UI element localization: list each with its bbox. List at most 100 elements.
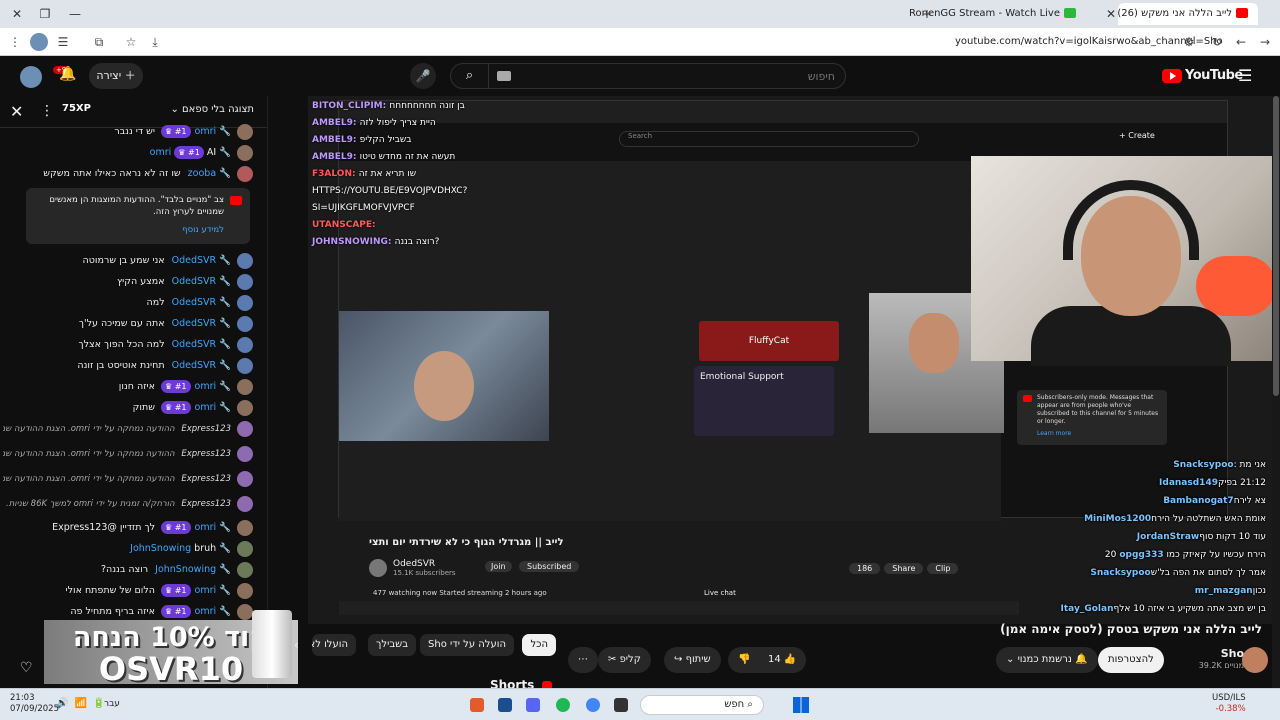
taskbar-clock[interactable]: 21:03 07/09/2025 — [10, 693, 59, 715]
chat-avatar — [237, 315, 253, 332]
stream-chat-name: Itay_Golan — [1060, 604, 1114, 614]
create-button[interactable]: ＋ יצירה — [89, 63, 143, 89]
chat-author[interactable]: Express123 — [181, 474, 231, 484]
menu-dots-icon[interactable]: ⋮ — [6, 33, 24, 51]
chat-author[interactable]: Express123 — [181, 499, 231, 509]
chat-avatar — [237, 357, 253, 374]
more-actions-icon[interactable]: ⋯ — [568, 647, 598, 673]
video-owner-row: ⋯ קליפ ✂ שיתוף ↪ 👎 👍 14 🔔 נרשמת כמנוי ⌄ … — [560, 647, 1268, 673]
hamburger-menu-icon[interactable]: ☰ — [1238, 66, 1252, 85]
chat-author[interactable]: 🔧 OdedSVR — [172, 297, 231, 308]
chat-author[interactable]: 🔧 omri — [195, 606, 231, 617]
like-button[interactable]: 👍 14 — [758, 647, 807, 673]
chat-author[interactable]: 🔧 omri — [195, 585, 231, 596]
chat-text: תחינת אוטיסט בן זונה — [77, 360, 168, 371]
restore-window-icon[interactable]: ❐ — [34, 4, 56, 24]
profile-icon[interactable] — [30, 33, 48, 51]
chip-uploaded-by[interactable]: הועלה על ידי Sho — [420, 634, 514, 656]
close-window-icon[interactable]: ✕ — [6, 4, 28, 24]
chat-author[interactable]: 🔧 omri — [195, 522, 231, 533]
app-icon-1[interactable] — [470, 698, 484, 712]
chat-text: AI — [203, 147, 217, 158]
learn-more-link[interactable]: למידע נוסף — [34, 224, 224, 236]
keyboard-icon[interactable] — [497, 71, 511, 81]
chat-author[interactable]: Express123 — [181, 424, 231, 434]
reload-icon[interactable]: ↻ — [1208, 33, 1226, 51]
share-button[interactable]: שיתוף ↪ — [664, 647, 721, 673]
heart-reaction-icon[interactable]: ♡ — [20, 660, 33, 676]
app-icon-6[interactable] — [614, 698, 628, 712]
chat-author[interactable]: 🔧 JohnSnowing — [130, 543, 231, 554]
subscribed-dropdown[interactable]: 🔔 נרשמת כמנוי ⌄ — [996, 647, 1098, 673]
stream-chat-name: Idanasd149 — [1159, 478, 1218, 488]
chat-author[interactable]: 🔧 omri — [195, 126, 231, 137]
stock-widget[interactable]: USD/ILS -0.38% — [1212, 693, 1246, 715]
scrollbar-thumb[interactable] — [1273, 96, 1279, 396]
overlay-chat: BITON_CLIPIM: בן זונה חחחחחחחח AMBEL9: הי… — [308, 96, 548, 256]
forward-icon[interactable]: ← — [1232, 33, 1250, 51]
discord-icon[interactable] — [526, 698, 540, 712]
youtube-logo[interactable]: YouTube — [1162, 68, 1243, 86]
tab-close-icon[interactable]: ✕ — [1100, 4, 1122, 24]
search-icon[interactable]: ⌕ — [451, 64, 489, 88]
channel-subs: 39.2K מנויים — [1198, 661, 1244, 670]
chat-author[interactable]: 🔧 OdedSVR — [172, 318, 231, 329]
chat-avatar — [237, 252, 253, 269]
spotify-icon[interactable] — [556, 698, 570, 712]
install-app-icon[interactable]: ⤓ — [146, 33, 164, 51]
dislike-button[interactable]: 👎 — [728, 647, 761, 673]
channel-avatar[interactable] — [1242, 647, 1268, 673]
chat-author[interactable]: 🔧 OdedSVR — [172, 276, 231, 287]
chip-all[interactable]: הכל — [522, 634, 556, 656]
chat-message: 🔧 OdedSVR אתה עם שמיכה על'ך — [3, 314, 253, 334]
bookmark-star-icon[interactable]: ☆ — [122, 33, 140, 51]
search-input[interactable] — [515, 64, 835, 88]
microphone-icon[interactable]: 🎤 — [410, 63, 436, 89]
chevron-left-icon[interactable]: ‹ — [294, 638, 299, 652]
nested-live-chat-label: Live chat — [704, 589, 736, 597]
page-scrollbar[interactable] — [1272, 96, 1280, 688]
tab-youtube-active[interactable]: לייב הללה אני משקש (26) — [1117, 3, 1258, 25]
chat-mode-dropdown[interactable]: תצוגה בלי ספאם ⌄ — [170, 104, 254, 115]
chat-text: ההודעה נמחקה על ידי omri. הצגת ההודעה שנ… — [3, 449, 175, 459]
bell-icon[interactable]: 🔔 — [58, 66, 78, 86]
taskbar-search[interactable]: ⌕ חפש — [640, 695, 764, 715]
chat-author[interactable]: 🔧 OdedSVR — [172, 339, 231, 350]
chat-text: רוצה בננה? — [100, 564, 152, 575]
back-icon[interactable]: → — [1256, 33, 1274, 51]
minimize-window-icon[interactable]: — — [64, 4, 86, 24]
chrome-icon[interactable] — [586, 698, 600, 712]
clip-button[interactable]: קליפ ✂ — [598, 647, 651, 673]
overlay-chat-text: בשביל הקליפ — [359, 135, 412, 145]
new-tab-icon[interactable]: + — [916, 4, 938, 24]
tab-ronengg[interactable]: RonenGG Stream - Watch Live — [909, 3, 1086, 25]
stream-chat-line: אני מת :Snacksypoo — [1170, 456, 1266, 474]
video-player[interactable]: Search + Create FluffyCat Emotional Supp… — [308, 96, 1280, 624]
chat-author[interactable]: 🔧 omri — [195, 402, 231, 413]
member-badge: #1 ♛ — [161, 125, 191, 138]
windows-start-icon[interactable] — [793, 697, 809, 713]
chat-author[interactable]: 🔧 OdedSVR — [172, 255, 231, 266]
reading-list-icon[interactable]: ☰ — [54, 33, 72, 51]
chat-message: 🔧 omri #1 ♛ שתוק — [3, 398, 253, 418]
member-badge: #1 ♛ — [161, 521, 191, 534]
language-indicator[interactable]: עבר — [104, 699, 120, 709]
site-settings-icon[interactable]: ⚙ — [1180, 33, 1198, 51]
chat-author[interactable]: 🔧 zooba — [188, 168, 231, 179]
user-avatar[interactable] — [20, 66, 42, 88]
steam-icon[interactable] — [498, 698, 512, 712]
chat-author[interactable]: 🔧 JohnSnowing — [155, 564, 231, 575]
more-options-icon[interactable]: ⋮ — [40, 103, 54, 119]
chat-message: 🔧 omri #1 ♛ הלום של שתפתח אולי — [3, 581, 253, 601]
chat-author[interactable]: Express123 — [181, 449, 231, 459]
chat-author[interactable]: 🔧 omri — [195, 381, 231, 392]
channel-name[interactable]: Sho — [1180, 647, 1244, 660]
join-button[interactable]: להצטרפות — [1098, 647, 1164, 673]
extensions-icon[interactable]: ⧉ — [90, 33, 108, 51]
chat-author[interactable]: 🔧 OdedSVR — [172, 360, 231, 371]
chat-message: 🔧 omri #1 ♛ איזה חנון — [3, 377, 253, 397]
close-chat-icon[interactable]: ✕ — [10, 102, 23, 121]
overlay-chat-name: BITON_CLIPIM: — [312, 101, 390, 111]
chip-recent[interactable]: הועלו לאחרונה — [312, 634, 356, 656]
chip-for-you[interactable]: בשבילך — [368, 634, 416, 656]
